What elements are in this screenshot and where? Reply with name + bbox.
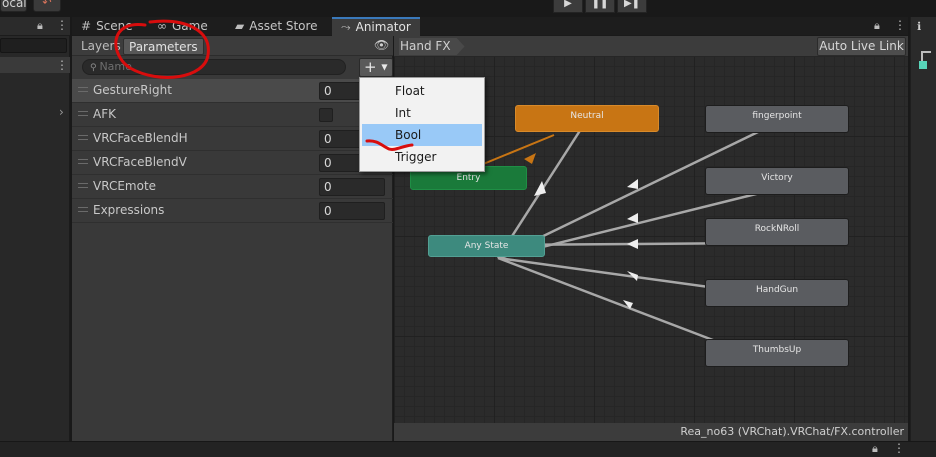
transition-arrow-icon [627, 179, 638, 189]
more-icon[interactable]: ⋮ [56, 58, 68, 72]
local-dropdown[interactable]: ocal [0, 0, 27, 12]
parameters-panel: Layers Parameters 👁︎ ⚲ Name + ▼ GestureR… [72, 36, 393, 441]
editor-tab-strip: # Scene ∞ Game ▰ Asset Store ⤳ Animator 🔒︎ ⋮ [72, 17, 908, 36]
more-icon[interactable]: ⋮ [56, 18, 68, 32]
parameter-name[interactable]: VRCEmote [93, 179, 156, 193]
hierarchy-panel: 🔒︎ ⋮ ⋮ › [0, 17, 70, 441]
transition-arrow-icon [627, 239, 638, 249]
drag-handle-icon[interactable] [78, 207, 88, 212]
more-icon[interactable]: ⋮ [894, 18, 906, 32]
drag-handle-icon[interactable] [78, 159, 88, 164]
parameter-row[interactable]: VRCEmote 0 [72, 175, 393, 199]
state-neutral[interactable]: Neutral [515, 105, 659, 132]
info-icon[interactable]: ℹ [917, 20, 921, 33]
scene-icon: # [81, 19, 92, 33]
hierarchy-search-input[interactable] [0, 38, 67, 53]
parameter-value-field[interactable]: 0 [319, 202, 385, 220]
parameter-row[interactable]: VRCFaceBlendV 0 [72, 151, 393, 175]
drag-handle-icon[interactable] [78, 183, 88, 188]
tab-animator[interactable]: ⤳ Animator [332, 17, 420, 36]
parameter-name[interactable]: Expressions [93, 203, 164, 217]
transition-arrow-icon [627, 213, 638, 223]
parameter-type-menu: Float Int Bool Trigger [359, 77, 485, 172]
add-parameter-button[interactable]: + ▼ [359, 58, 393, 77]
shopping-bag-icon: ▰ [235, 19, 245, 33]
parameters-tab[interactable]: Parameters [123, 38, 204, 55]
layers-tab[interactable]: Layers [76, 38, 126, 55]
state-thumbsup[interactable]: ThumbsUp [705, 339, 849, 367]
chevron-down-icon: ▼ [381, 62, 388, 72]
menu-item-bool[interactable]: Bool [362, 124, 482, 146]
parameter-row[interactable]: Expressions 0 [72, 199, 393, 223]
play-button[interactable]: ▶ [553, 0, 583, 13]
parameter-row[interactable]: AFK [72, 103, 393, 127]
parameter-name[interactable]: GestureRight [93, 83, 172, 97]
main-toolbar: ocal ↶ ▶ ❚❚ ▶❚ [0, 0, 936, 14]
state-fingerpoint[interactable]: fingerpoint [705, 105, 849, 133]
drag-handle-icon[interactable] [78, 87, 88, 92]
menu-item-trigger[interactable]: Trigger [362, 146, 482, 168]
parameter-name[interactable]: VRCFaceBlendH [93, 131, 188, 145]
eye-icon[interactable]: 👁︎ [374, 38, 389, 52]
tab-game[interactable]: ∞ Game [148, 17, 226, 36]
parameters-toolbar: Layers Parameters 👁︎ [72, 36, 393, 56]
parameter-value-field[interactable]: 0 [319, 178, 385, 196]
drag-handle-icon[interactable] [78, 135, 88, 140]
parameter-name[interactable]: VRCFaceBlendV [93, 155, 187, 169]
more-icon[interactable]: ⋮ [893, 441, 905, 455]
collab-history-icon[interactable]: ↶ [33, 0, 61, 12]
parameter-checkbox[interactable] [319, 108, 333, 122]
hierarchy-row[interactable]: ⋮ [0, 57, 70, 73]
lock-icon[interactable]: 🔒︎ [37, 19, 43, 33]
state-victory[interactable]: Victory [705, 167, 849, 195]
controller-path: Rea_no63 (VRChat).VRChat/FX.controller [394, 423, 908, 441]
transition-arrow-icon [534, 181, 546, 196]
menu-item-int[interactable]: Int [362, 102, 482, 124]
parameter-search-input[interactable]: ⚲ Name [82, 59, 346, 75]
parameter-name[interactable]: AFK [93, 107, 116, 121]
step-button[interactable]: ▶❚ [617, 0, 647, 13]
state-rocknroll[interactable]: RockNRoll [705, 218, 849, 246]
tab-asset-store[interactable]: ▰ Asset Store [226, 17, 332, 36]
inspector-panel: ℹ [910, 17, 936, 441]
pause-button[interactable]: ❚❚ [585, 0, 615, 13]
hierarchy-header: 🔒︎ ⋮ [0, 17, 70, 36]
component-icon [919, 61, 927, 69]
gamepad-icon: ∞ [157, 19, 167, 33]
drag-handle-icon[interactable] [78, 111, 88, 116]
state-handgun[interactable]: HandGun [705, 279, 849, 307]
tab-scene[interactable]: # Scene [72, 17, 148, 36]
transition-arrow-icon [524, 153, 536, 164]
lock-icon[interactable]: 🔒︎ [874, 19, 880, 33]
parameter-row[interactable]: GestureRight 0 [72, 79, 393, 103]
state-any-state[interactable]: Any State [428, 235, 545, 257]
bottom-panel: 🔒︎ ⋮ [0, 441, 936, 457]
chevron-right-icon[interactable]: › [59, 105, 64, 119]
parameter-row[interactable]: VRCFaceBlendH 0 [72, 127, 393, 151]
lock-icon[interactable]: 🔒︎ [872, 442, 878, 456]
animator-icon: ⤳ [341, 20, 351, 34]
menu-item-float[interactable]: Float [362, 80, 482, 102]
